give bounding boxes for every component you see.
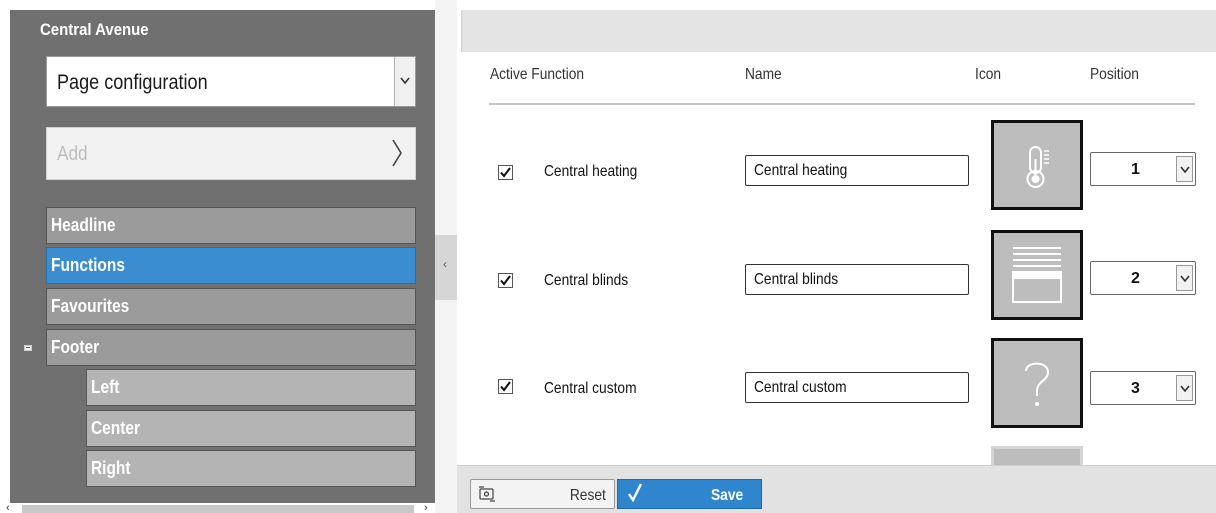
scrollbar-track[interactable] — [22, 505, 414, 513]
sidebar-item-center[interactable]: Center — [86, 410, 416, 447]
icon-tile[interactable] — [991, 446, 1083, 466]
column-header-icon: Icon — [975, 66, 1002, 83]
sidebar-item-label: Headline — [51, 215, 116, 235]
sidebar: Central Avenue Page configuration Add He… — [0, 0, 435, 513]
function-label: Central heating — [544, 163, 638, 180]
blinds-icon[interactable] — [991, 230, 1083, 320]
active-checkbox[interactable] — [498, 273, 513, 288]
sidebar-item-footer[interactable]: Footer — [46, 329, 416, 366]
page-title: Central Avenue — [40, 20, 149, 39]
collapse-toggle-icon[interactable] — [24, 345, 32, 351]
function-label: Central custom — [544, 380, 637, 397]
sidebar-item-headline[interactable]: Headline — [46, 207, 416, 244]
position-select[interactable]: 1 — [1090, 152, 1196, 186]
reset-label: Reset — [570, 487, 606, 504]
chevron-down-icon[interactable] — [394, 57, 415, 106]
sidebar-item-right[interactable]: Right — [86, 450, 416, 487]
action-bar: Reset Save — [457, 465, 1216, 513]
sidebar-item-functions[interactable]: Functions — [46, 247, 416, 284]
save-label: Save — [711, 487, 744, 504]
sidebar-item-label: Footer — [51, 337, 100, 357]
chevron-down-icon[interactable] — [1176, 156, 1193, 182]
function-label: Central blinds — [544, 272, 629, 289]
thermometer-icon[interactable] — [991, 120, 1083, 210]
sidebar-item-left[interactable]: Left — [86, 369, 416, 406]
chevron-left-icon: ‹ — [443, 257, 447, 271]
checkmark-icon — [627, 482, 643, 509]
reset-icon — [476, 483, 498, 510]
scroll-right-icon[interactable]: › — [424, 502, 428, 513]
question-mark-icon[interactable] — [991, 338, 1083, 428]
page-configuration-select[interactable]: Page configuration — [46, 56, 416, 107]
active-checkbox[interactable] — [498, 379, 513, 394]
chevron-down-icon[interactable] — [1176, 375, 1193, 401]
add-label: Add — [57, 143, 88, 165]
horizontal-scrollbar[interactable]: ‹ › — [0, 502, 435, 513]
position-value: 1 — [1131, 161, 1140, 178]
function-name-value: Central heating — [754, 162, 848, 179]
sidebar-item-label: Favourites — [51, 296, 130, 316]
sidebar-item-label: Functions — [51, 255, 125, 275]
position-select[interactable]: 2 — [1090, 261, 1196, 295]
position-select[interactable]: 3 — [1090, 371, 1196, 405]
column-header-position: Position — [1090, 66, 1139, 83]
reset-button[interactable]: Reset — [470, 479, 615, 509]
top-bar — [461, 10, 1216, 52]
function-name-input[interactable]: Central heating — [745, 155, 969, 186]
table-row: Central heating Central heating 1 — [457, 120, 1216, 218]
position-value: 3 — [1131, 380, 1140, 397]
scroll-left-icon[interactable]: ‹ — [6, 502, 10, 513]
add-button[interactable]: Add — [46, 127, 416, 180]
sidebar-item-label: Left — [91, 377, 120, 397]
table-row: Central custom Central custom 3 — [457, 338, 1216, 436]
panel-splitter[interactable]: ‹ — [435, 0, 457, 513]
function-name-value: Central custom — [754, 379, 847, 396]
header-divider — [489, 103, 1195, 105]
function-name-input[interactable]: Central custom — [745, 372, 969, 403]
sidebar-item-favourites[interactable]: Favourites — [46, 288, 416, 325]
column-header-active-function: Active Function — [490, 66, 585, 83]
active-checkbox[interactable] — [498, 165, 513, 180]
table-row: Central blinds Central blinds 2 — [457, 230, 1216, 328]
chevron-right-icon — [391, 138, 403, 173]
main-content: Active Function Name Icon Position Centr… — [457, 0, 1216, 513]
column-header-name: Name — [745, 66, 782, 83]
function-name-input[interactable]: Central blinds — [745, 264, 969, 295]
function-name-value: Central blinds — [754, 271, 839, 288]
page-select-value: Page configuration — [57, 71, 208, 94]
save-button[interactable]: Save — [617, 479, 762, 509]
sidebar-item-label: Right — [91, 458, 131, 478]
position-value: 2 — [1131, 270, 1140, 287]
chevron-down-icon[interactable] — [1176, 265, 1193, 291]
sidebar-item-label: Center — [91, 418, 141, 438]
collapse-sidebar-handle[interactable]: ‹ — [435, 235, 457, 300]
